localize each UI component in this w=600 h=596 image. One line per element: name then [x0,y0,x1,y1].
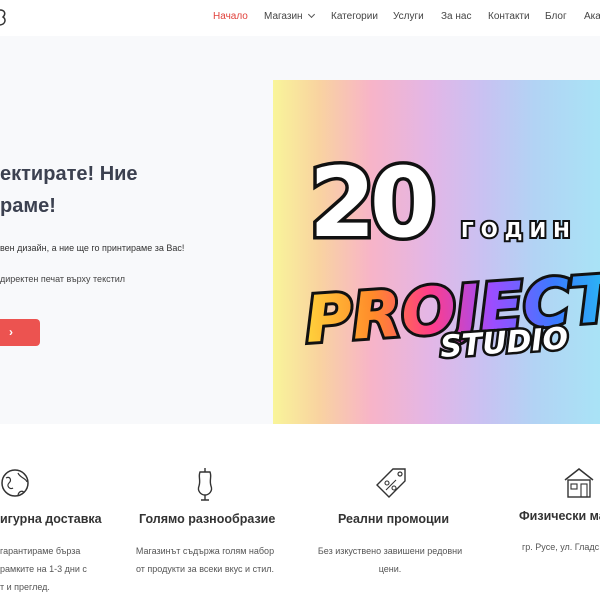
feature-line: от продукти за всеки вкус и стил. [136,564,274,574]
nav-home[interactable]: Начало [213,11,248,22]
chevron-down-icon [307,10,315,19]
price-tag-icon [376,468,406,498]
globe-icon [1,469,29,497]
nav-blog[interactable]: Блог [545,11,567,22]
hero-cta-button[interactable]: › [0,319,40,346]
nav-services[interactable]: Услуги [393,11,424,22]
feature-title-promotions: Реални промоции [338,512,450,526]
banner-years: Г О Д И Н [461,218,570,242]
top-navigation: Начало Магазин Категории Услуги За нас К… [0,0,600,36]
feature-title-delivery: игурна доставка [0,512,102,526]
feature-title-variety: Голямо разнообразие [139,512,276,526]
feature-text-promotions: Без изкуствено завишени редовни цени. [312,542,468,578]
nav-contacts[interactable]: Контакти [488,11,530,22]
feature-text-delivery: гарантираме бърза рамките на 1-3 дни с т… [0,542,87,596]
store-icon [564,468,594,498]
hero-subtitle: вен дизайн, а ние ще го принтираме за Ва… [0,243,185,253]
feature-line: цени. [378,564,402,574]
nav-academy[interactable]: Ака [584,11,600,22]
nav-about[interactable]: За нас [441,11,471,22]
nav-shop[interactable]: Магазин [264,10,315,22]
nav-shop-label: Магазин [264,11,303,22]
hero-title-line1: ектирате! Ние [0,163,138,185]
feature-text-variety: Магазинът съдържа голям набор от продукт… [129,542,281,578]
feature-line: гарантираме бърза [0,546,81,556]
feature-line: Без изкуствено завишени редовни [317,546,463,556]
hero-title: ектирате! Ние раме! [0,158,138,222]
banner-number: 20 [309,147,433,259]
hero-title-line2: раме! [0,195,56,217]
feature-text-store: гр. Русе, ул. Гладс [522,538,599,556]
feature-line: Магазинът съдържа голям набор [135,546,275,556]
hero-bullet: директен печат върху текстил [0,274,126,284]
feature-title-store: Физически ма [519,509,600,523]
feature-line: рамките на 1-3 дни с [0,564,87,574]
mannequin-icon [197,468,213,501]
feature-line: т и преглед. [0,582,50,592]
nav-categories[interactable]: Категории [331,11,378,22]
feature-line: гр. Русе, ул. Гладс [522,542,600,552]
logo-fragment-icon[interactable] [0,6,8,28]
hero-banner-image[interactable]: 20 Г О Д И Н PROJECT STUDIO [273,80,600,424]
chevron-right-icon: › [9,325,13,339]
